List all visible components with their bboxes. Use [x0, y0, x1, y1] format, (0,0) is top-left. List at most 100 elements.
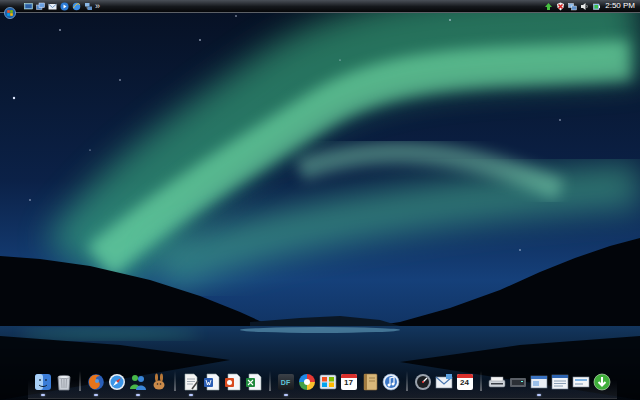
running-indicator — [326, 394, 330, 396]
show-desktop-icon[interactable] — [24, 2, 33, 11]
network-icon[interactable] — [84, 2, 93, 11]
power-icon[interactable] — [592, 2, 601, 11]
running-indicator — [157, 394, 161, 396]
notebook-icon[interactable] — [361, 373, 379, 391]
running-indicator — [421, 394, 425, 396]
dock-item[interactable] — [435, 373, 453, 396]
dock-item[interactable] — [298, 373, 316, 396]
dock-item[interactable] — [319, 373, 337, 396]
quick-launch-overflow[interactable]: » — [93, 1, 102, 12]
compass-icon[interactable] — [108, 373, 126, 391]
dock-separator — [480, 371, 482, 391]
arrow-icon[interactable] — [544, 2, 553, 11]
dock-item[interactable]: 24 — [456, 373, 474, 396]
dock-item[interactable] — [87, 373, 105, 396]
app-tile-icon[interactable]: DF — [278, 374, 294, 390]
desktop: » 2:50 PM DF 17 24 — [0, 0, 640, 400]
switch-windows-icon[interactable] — [36, 2, 45, 11]
dock-item[interactable] — [488, 373, 506, 396]
network-icon[interactable] — [568, 2, 577, 11]
security-alert-icon[interactable] — [556, 2, 565, 11]
download-icon[interactable] — [593, 373, 611, 391]
panel-icon[interactable] — [572, 373, 590, 391]
quick-launch — [24, 2, 93, 11]
running-indicator — [136, 394, 140, 396]
wallpaper — [0, 0, 640, 400]
dock-item[interactable] — [224, 373, 242, 396]
box-icon[interactable] — [509, 373, 527, 391]
dock-item[interactable] — [245, 373, 263, 396]
document-icon[interactable] — [182, 373, 200, 391]
running-indicator — [41, 394, 45, 396]
running-indicator — [305, 394, 309, 396]
word-icon[interactable] — [203, 373, 221, 391]
music-icon[interactable] — [382, 373, 400, 391]
running-indicator — [368, 394, 372, 396]
running-indicator — [463, 394, 467, 396]
window-list-icon[interactable] — [551, 373, 569, 391]
calendar-header — [457, 374, 473, 378]
buddy-icon[interactable] — [129, 373, 147, 391]
dock-item[interactable] — [551, 373, 569, 396]
slides-icon[interactable] — [224, 373, 242, 391]
dock-item[interactable] — [593, 373, 611, 396]
dock-item[interactable] — [203, 373, 221, 396]
finder-icon[interactable] — [34, 373, 52, 391]
calendar-header — [341, 374, 357, 378]
pictures-icon[interactable] — [319, 373, 337, 391]
dock-item[interactable] — [414, 373, 432, 396]
running-indicator — [347, 394, 351, 396]
dock-item[interactable] — [572, 373, 590, 396]
firefox-icon[interactable] — [87, 373, 105, 391]
dock-item[interactable] — [129, 373, 147, 396]
volume-icon[interactable] — [580, 2, 589, 11]
dock-item[interactable] — [361, 373, 379, 396]
trash-icon[interactable] — [55, 373, 73, 391]
dock-item[interactable] — [530, 373, 548, 396]
running-indicator — [389, 394, 393, 396]
running-indicator — [579, 394, 583, 396]
mail-icon[interactable] — [48, 2, 57, 11]
colorwheel-icon[interactable] — [298, 373, 316, 391]
clock[interactable]: 2:50 PM — [601, 0, 637, 12]
running-indicator — [115, 394, 119, 396]
system-tray — [544, 2, 601, 11]
dock-item[interactable] — [34, 373, 52, 396]
running-indicator — [252, 394, 256, 396]
window-icon[interactable] — [530, 373, 548, 391]
running-indicator — [231, 394, 235, 396]
calendar-day: 24 — [460, 378, 469, 388]
dock-separator — [406, 371, 408, 391]
mail-icon[interactable] — [435, 373, 453, 391]
running-indicator — [495, 394, 499, 396]
running-indicator — [210, 394, 214, 396]
media-icon[interactable] — [60, 2, 69, 11]
browser-icon[interactable] — [72, 2, 81, 11]
dock-item[interactable] — [108, 373, 126, 396]
sheet-icon[interactable] — [245, 373, 263, 391]
dial-icon[interactable] — [414, 373, 432, 391]
dock-item[interactable]: 17 — [340, 373, 358, 396]
running-indicator — [62, 394, 66, 396]
running-indicator — [189, 394, 193, 396]
dock-item[interactable] — [182, 373, 200, 396]
running-indicator — [284, 394, 288, 396]
start-button[interactable] — [4, 0, 16, 12]
running-indicator — [442, 394, 446, 396]
running-indicator — [516, 394, 520, 396]
dock-item[interactable] — [150, 373, 168, 396]
running-indicator — [537, 394, 541, 396]
app-tile-label: DF — [281, 378, 290, 387]
dock-separator — [174, 371, 176, 391]
calendar-day: 17 — [344, 378, 353, 388]
dock-item[interactable] — [509, 373, 527, 396]
scanner-icon[interactable] — [488, 373, 506, 391]
taskbar: » 2:50 PM — [0, 0, 640, 13]
calendar-icon[interactable]: 17 — [341, 374, 357, 390]
rabbit-icon[interactable] — [150, 373, 168, 391]
dock-item[interactable] — [55, 373, 73, 396]
dock: DF 17 24 — [28, 368, 617, 399]
calendar-icon[interactable]: 24 — [457, 374, 473, 390]
dock-item[interactable]: DF — [277, 373, 295, 396]
dock-item[interactable] — [382, 373, 400, 396]
